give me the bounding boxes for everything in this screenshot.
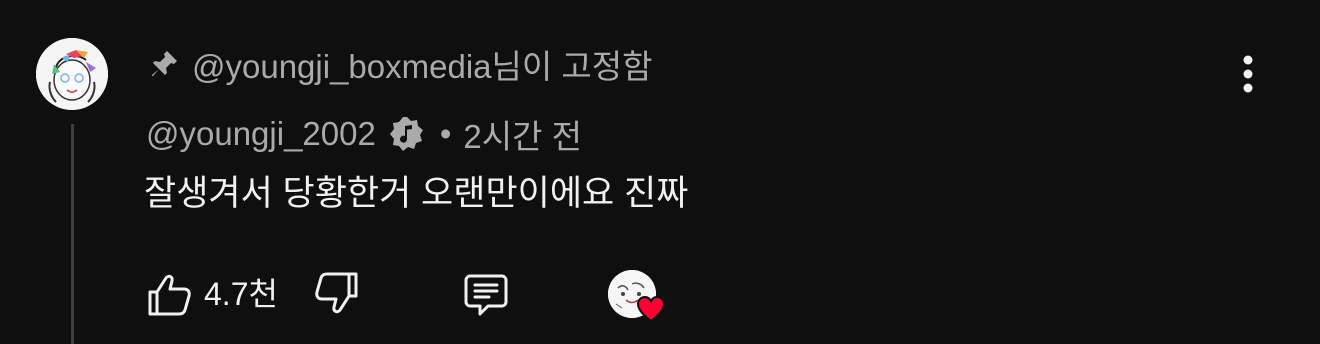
more-vert-icon <box>1243 55 1253 93</box>
commenter-avatar[interactable] <box>36 38 108 110</box>
like-count: 4.7천 <box>204 276 278 312</box>
comment-author[interactable]: @youngji_2002 <box>146 115 376 153</box>
comment-timestamp[interactable]: 2시간 전 <box>463 110 582 158</box>
reply-comment-icon <box>464 274 508 316</box>
separator-dot: • <box>439 115 452 152</box>
pin-icon <box>148 48 180 80</box>
comment-header: @youngji_2002 • 2시간 전 <box>146 110 582 158</box>
reply-button[interactable] <box>462 270 510 318</box>
comment-body: 잘생겨서 당황한거 오랜만이에요 진짜 <box>144 174 689 213</box>
more-options-button[interactable] <box>1228 50 1268 98</box>
thumbs-down-icon <box>315 272 358 314</box>
comment-thread: @youngji_boxmedia님이 고정함 @youngji_2002 • … <box>0 0 1320 344</box>
thread-line <box>71 124 74 344</box>
like-button[interactable] <box>144 270 192 318</box>
creator-heart <box>608 270 666 326</box>
heart-icon <box>636 294 666 324</box>
music-note-badge-icon <box>388 115 426 153</box>
pinned-label: @youngji_boxmedia님이 고정함 <box>192 48 653 85</box>
dislike-button[interactable] <box>314 270 362 318</box>
thumbs-up-icon <box>148 274 191 316</box>
pinned-banner: @youngji_boxmedia님이 고정함 <box>148 40 652 88</box>
